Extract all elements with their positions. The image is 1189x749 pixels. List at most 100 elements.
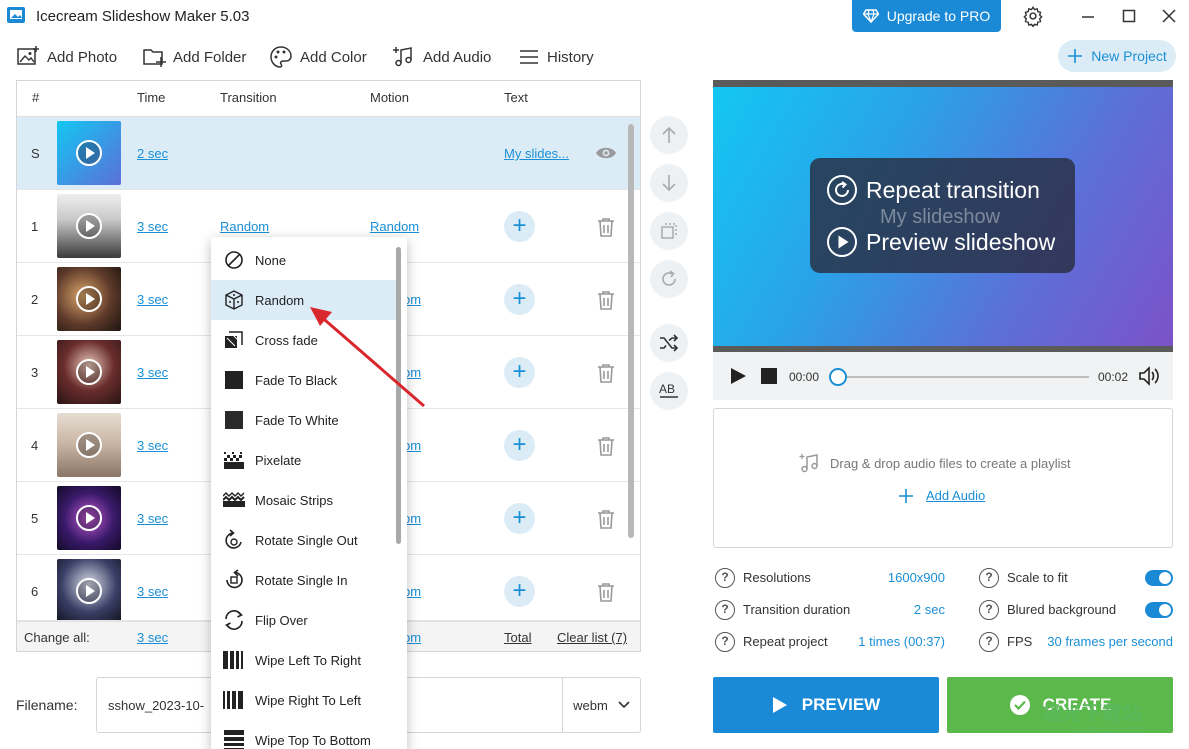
fps-value[interactable]: 30 frames per second bbox=[1035, 634, 1173, 649]
history-button[interactable]: History bbox=[518, 44, 594, 70]
slide-thumbnail[interactable] bbox=[57, 559, 121, 620]
row-transition[interactable]: Random bbox=[220, 219, 269, 234]
slide-thumbnail[interactable] bbox=[57, 340, 121, 404]
volume-icon[interactable] bbox=[1138, 366, 1162, 386]
trash-icon[interactable] bbox=[597, 363, 615, 383]
text-style-button[interactable]: AB bbox=[650, 372, 688, 410]
seek-bar[interactable] bbox=[838, 376, 1089, 378]
add-text-button[interactable]: + bbox=[504, 357, 535, 388]
slide-thumbnail[interactable] bbox=[57, 194, 121, 258]
move-up-button[interactable] bbox=[650, 116, 688, 154]
row-motion[interactable]: Random bbox=[370, 219, 419, 234]
add-text-button[interactable]: + bbox=[504, 503, 535, 534]
slide-thumbnail[interactable] bbox=[57, 413, 121, 477]
annotation-arrow bbox=[310, 307, 425, 408]
trash-icon[interactable] bbox=[597, 217, 615, 237]
close-button[interactable] bbox=[1149, 0, 1189, 32]
trash-icon[interactable] bbox=[597, 582, 615, 602]
dropdown-item-none[interactable]: None bbox=[211, 240, 401, 280]
dropdown-item-rotate-single-in[interactable]: Rotate Single In bbox=[211, 560, 401, 600]
add-color-button[interactable]: Add Color bbox=[269, 44, 367, 70]
add-text-button[interactable]: + bbox=[504, 430, 535, 461]
row-time[interactable]: 2 sec bbox=[137, 146, 168, 161]
new-project-button[interactable]: New Project bbox=[1058, 40, 1176, 72]
table-row-start[interactable]: S 2 sec My slides... bbox=[17, 117, 640, 190]
shuffle-button[interactable] bbox=[650, 324, 688, 362]
trash-icon[interactable] bbox=[597, 290, 615, 310]
row-time[interactable]: 3 sec bbox=[137, 219, 168, 234]
rotate-button[interactable] bbox=[650, 260, 688, 298]
help-icon[interactable]: ? bbox=[979, 632, 999, 652]
preview-button[interactable]: PREVIEW bbox=[713, 677, 939, 733]
slide-thumbnail[interactable] bbox=[57, 121, 121, 185]
add-folder-button[interactable]: Add Folder bbox=[142, 44, 246, 70]
help-icon[interactable]: ? bbox=[715, 568, 735, 588]
preview-slideshow-button[interactable]: Preview slideshow bbox=[826, 226, 1055, 258]
audio-drop-zone[interactable] bbox=[713, 408, 1173, 548]
format-select[interactable]: webm bbox=[562, 678, 640, 732]
rotate-icon bbox=[662, 270, 676, 286]
dropdown-item-label: Rotate Single Out bbox=[255, 532, 358, 548]
plus-icon[interactable] bbox=[898, 488, 914, 504]
blured-background-toggle[interactable] bbox=[1145, 602, 1173, 618]
trash-icon[interactable] bbox=[597, 509, 615, 529]
filename-value[interactable]: sshow_2023-10- bbox=[108, 698, 204, 713]
row-time[interactable]: 3 sec bbox=[137, 292, 168, 307]
row-time[interactable]: 3 sec bbox=[137, 438, 168, 453]
minimize-button[interactable] bbox=[1068, 0, 1108, 32]
row-text-link[interactable]: My slides... bbox=[504, 146, 569, 161]
clear-list-link[interactable]: Clear list (7) bbox=[557, 630, 627, 645]
help-icon[interactable]: ? bbox=[979, 568, 999, 588]
add-photo-icon bbox=[17, 46, 39, 65]
dropdown-item-label: Mosaic Strips bbox=[255, 492, 334, 508]
add-photo-label: Add Photo bbox=[47, 48, 118, 66]
add-audio-button[interactable]: Add Audio bbox=[392, 44, 491, 70]
repeat-project-value[interactable]: 1 times (00:37) bbox=[840, 634, 945, 649]
flip-icon bbox=[225, 610, 243, 630]
minimize-icon bbox=[1082, 16, 1094, 18]
settings-button[interactable] bbox=[1013, 0, 1053, 32]
help-icon[interactable]: ? bbox=[715, 600, 735, 620]
rotate-out-icon bbox=[225, 529, 242, 549]
dropdown-item-flip-over[interactable]: Flip Over bbox=[211, 600, 401, 640]
dropdown-item-mosaic-strips[interactable]: Mosaic Strips bbox=[211, 480, 401, 520]
play-icon bbox=[76, 213, 102, 239]
add-photo-button[interactable]: Add Photo bbox=[16, 44, 117, 70]
row-time[interactable]: 3 sec bbox=[137, 365, 168, 380]
help-icon[interactable]: ? bbox=[715, 632, 735, 652]
trash-icon[interactable] bbox=[597, 436, 615, 456]
dropdown-item-wipe-left-to-right[interactable]: Wipe Left To Right bbox=[211, 640, 401, 680]
add-text-button[interactable]: + bbox=[504, 284, 535, 315]
add-text-button[interactable]: + bbox=[504, 211, 535, 242]
transition-duration-value[interactable]: 2 sec bbox=[850, 602, 945, 617]
eye-icon[interactable] bbox=[595, 145, 617, 161]
repeat-transition-label: Repeat transition bbox=[866, 176, 1040, 203]
resolutions-value[interactable]: 1600x900 bbox=[850, 570, 945, 585]
slide-thumbnail[interactable] bbox=[57, 486, 121, 550]
total-link[interactable]: Total bbox=[504, 630, 531, 645]
stop-icon[interactable] bbox=[761, 368, 777, 384]
crop-button[interactable] bbox=[650, 212, 688, 250]
dropdown-item-label: Wipe Top To Bottom bbox=[255, 732, 371, 748]
upgrade-button[interactable]: Upgrade to PRO bbox=[852, 0, 1001, 32]
change-all-time[interactable]: 3 sec bbox=[137, 630, 168, 645]
seek-handle[interactable] bbox=[829, 368, 847, 386]
dropdown-item-wipe-top-to-bottom[interactable]: Wipe Top To Bottom bbox=[211, 720, 401, 749]
maximize-button[interactable] bbox=[1109, 0, 1149, 32]
format-value: webm bbox=[573, 697, 608, 713]
help-icon[interactable]: ? bbox=[979, 600, 999, 620]
add-audio-link[interactable]: Add Audio bbox=[926, 488, 985, 503]
row-time[interactable]: 3 sec bbox=[137, 511, 168, 526]
dropdown-item-rotate-single-out[interactable]: Rotate Single Out bbox=[211, 520, 401, 560]
slide-thumbnail[interactable] bbox=[57, 267, 121, 331]
dropdown-item-wipe-right-to-left[interactable]: Wipe Right To Left bbox=[211, 680, 401, 720]
dropdown-item-pixelate[interactable]: Pixelate bbox=[211, 440, 401, 480]
play-icon[interactable] bbox=[729, 367, 747, 385]
repeat-transition-button[interactable]: Repeat transition bbox=[826, 174, 1040, 206]
list-scrollbar[interactable] bbox=[628, 124, 634, 538]
row-time[interactable]: 3 sec bbox=[137, 584, 168, 599]
move-down-button[interactable] bbox=[650, 164, 688, 202]
scale-to-fit-toggle[interactable] bbox=[1145, 570, 1173, 586]
add-text-button[interactable]: + bbox=[504, 576, 535, 607]
change-all-label: Change all: bbox=[24, 630, 90, 645]
